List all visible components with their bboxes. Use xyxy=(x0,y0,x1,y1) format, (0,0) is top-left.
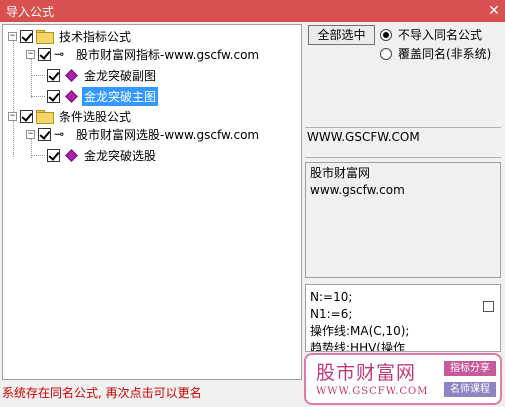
preview-checkbox[interactable] xyxy=(483,301,494,312)
formula-preview[interactable]: N:=10; N1:=6; 操作线:MA(C,10); 趋势线:HHV(操作 xyxy=(305,284,501,352)
tree-guide xyxy=(31,155,45,156)
tree-node-label: 技术指标公式 xyxy=(59,29,132,44)
radio-label: 覆盖同名(非系统) xyxy=(398,47,492,61)
site-label: WWW.GSCFW.COM xyxy=(307,130,420,144)
description-box: 股市财富网 www.gscfw.com xyxy=(305,162,501,278)
formula-diamond-icon xyxy=(65,148,78,162)
tree-node-jinlong-main[interactable]: 金龙突破主图 xyxy=(47,86,159,106)
close-icon[interactable]: ✕ xyxy=(483,0,505,22)
tree-guide xyxy=(31,75,45,76)
tree-node-label: 股市财富网指标-www.gscfw.com xyxy=(76,47,260,62)
watermark-url: WWW.GSCFW.COM xyxy=(316,386,429,397)
tree-guide xyxy=(31,96,45,97)
checkbox-tech-indicators[interactable] xyxy=(20,29,33,43)
tree-node-stock-selection[interactable]: − 条件选股公式 xyxy=(8,107,133,125)
formula-diamond-icon xyxy=(65,89,78,103)
collapse-icon[interactable]: − xyxy=(26,49,35,59)
tree-node-jinlong-sub[interactable]: 金龙突破副图 xyxy=(47,66,158,84)
site-watermark: 股市财富网 WWW.GSCFW.COM 指标分享 名师课程 xyxy=(304,353,502,405)
checkbox-jinlong-sub[interactable] xyxy=(47,68,60,82)
formula-line: 趋势线:HHV(操作 xyxy=(310,341,405,352)
collapse-icon[interactable]: − xyxy=(8,31,17,41)
divider xyxy=(305,127,501,128)
formula-tree[interactable]: − 技术指标公式 − ⊸ 股市财富网指标-www.gscfw.com 金龙突破副… xyxy=(2,24,302,380)
tree-guide xyxy=(13,121,14,157)
status-message: 系统存在同名公式, 再次点击可以更名 xyxy=(2,386,202,400)
tree-node-jinlong-selection[interactable]: 金龙突破选股 xyxy=(47,146,158,164)
key-icon: ⊸ xyxy=(54,47,64,61)
radio-label: 不导入同名公式 xyxy=(398,28,483,42)
watermark-tag-share: 指标分享 xyxy=(444,361,496,376)
folder-icon xyxy=(36,110,54,124)
tree-node-tech-indicators[interactable]: − 技术指标公式 xyxy=(8,27,133,45)
collapse-icon[interactable]: − xyxy=(26,129,35,139)
radio-overwrite[interactable]: 覆盖同名(非系统) xyxy=(380,45,491,62)
checkbox-gscfw-indicator[interactable] xyxy=(38,47,51,61)
title-bar: 导入公式 ✕ xyxy=(0,0,505,22)
select-all-button[interactable]: 全部选中 xyxy=(308,25,375,45)
formula-line: 操作线:MA(C,10); xyxy=(310,324,410,338)
tree-guide xyxy=(31,58,32,98)
window-title: 导入公式 xyxy=(6,5,55,19)
tree-node-label: 金龙突破主图 xyxy=(82,86,159,106)
radio-button[interactable] xyxy=(380,47,392,60)
key-icon: ⊸ xyxy=(54,127,64,141)
formula-line: N:=10; xyxy=(310,290,353,304)
description-line: www.gscfw.com xyxy=(310,183,405,197)
description-line: 股市财富网 xyxy=(310,166,371,180)
tree-node-label: 条件选股公式 xyxy=(59,109,132,124)
tree-node-gscfw-selection[interactable]: − ⊸ 股市财富网选股-www.gscfw.com xyxy=(26,125,261,143)
tree-node-gscfw-indicator[interactable]: − ⊸ 股市财富网指标-www.gscfw.com xyxy=(26,45,261,63)
tree-node-label: 金龙突破副图 xyxy=(84,68,157,83)
folder-icon xyxy=(36,30,54,44)
radio-button[interactable] xyxy=(380,28,392,41)
checkbox-gscfw-selection[interactable] xyxy=(38,127,51,141)
checkbox-jinlong-main[interactable] xyxy=(47,89,60,103)
divider xyxy=(305,157,501,158)
watermark-tag-course: 名师课程 xyxy=(444,382,496,397)
checkbox-stock-selection[interactable] xyxy=(20,109,33,123)
tree-node-label: 股市财富网选股-www.gscfw.com xyxy=(76,127,260,142)
radio-skip-duplicates[interactable]: 不导入同名公式 xyxy=(380,26,482,43)
watermark-name: 股市财富网 xyxy=(316,362,417,384)
checkbox-jinlong-selection[interactable] xyxy=(47,148,60,162)
formula-line: N1:=6; xyxy=(310,307,353,321)
collapse-icon[interactable]: − xyxy=(8,111,17,121)
tree-node-label: 金龙突破选股 xyxy=(84,148,157,163)
formula-diamond-icon xyxy=(65,68,78,82)
